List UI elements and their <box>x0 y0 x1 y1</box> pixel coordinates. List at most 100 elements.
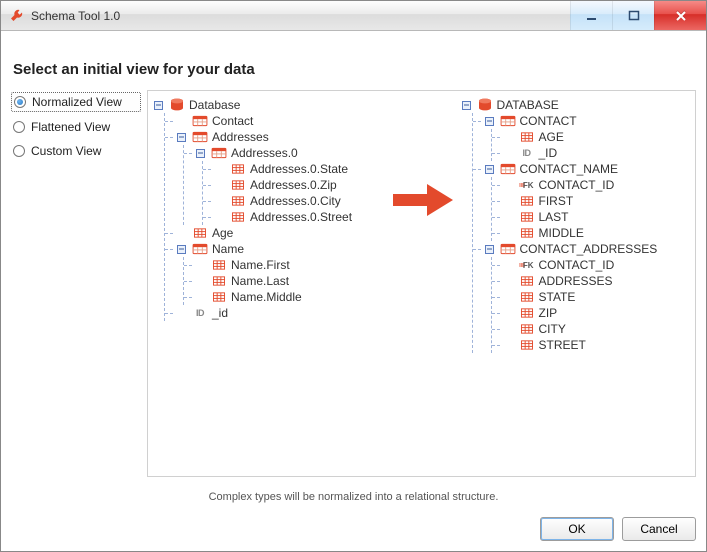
column-icon <box>519 307 535 319</box>
wrench-icon <box>9 8 25 24</box>
column-icon <box>230 163 246 175</box>
node-label: STATE <box>539 290 576 304</box>
tree-node[interactable]: Addresses.0 <box>192 145 384 161</box>
tree-node[interactable]: CITY <box>500 321 692 337</box>
column-icon <box>519 227 535 239</box>
title-bar: Schema Tool 1.0 <box>1 1 706 31</box>
node-label: Addresses <box>212 130 269 144</box>
table-icon <box>500 163 516 175</box>
ok-button[interactable]: OK <box>540 517 614 541</box>
schema-preview: DatabaseContactAddressesAddresses.0Addre… <box>147 90 696 477</box>
node-label: AGE <box>539 130 564 144</box>
table-icon <box>192 115 208 127</box>
tree-spacer <box>196 261 205 270</box>
tree-root[interactable]: Database <box>154 97 384 113</box>
tree-spacer <box>215 181 224 190</box>
database-icon <box>477 99 493 111</box>
tree-spacer <box>504 213 513 222</box>
tree-node[interactable]: ADDRESSES <box>500 273 692 289</box>
table-icon <box>500 115 516 127</box>
radio-indicator <box>14 96 26 108</box>
tree-node[interactable]: Addresses.0.City <box>211 193 384 209</box>
node-label: LAST <box>539 210 569 224</box>
tree-node[interactable]: LAST <box>500 209 692 225</box>
id-icon: ID <box>519 147 535 159</box>
view-description: Complex types will be normalized into a … <box>11 477 696 509</box>
tree-node[interactable]: Addresses.0.State <box>211 161 384 177</box>
node-label: STREET <box>539 338 586 352</box>
tree-node[interactable]: STREET <box>500 337 692 353</box>
tree-spacer <box>504 277 513 286</box>
column-icon <box>519 323 535 335</box>
tree-node[interactable]: ID_id <box>173 305 384 321</box>
tree-node[interactable]: Addresses <box>173 129 384 145</box>
tree-node[interactable]: Addresses.0.Street <box>211 209 384 225</box>
column-icon <box>519 291 535 303</box>
tree-node[interactable]: MIDDLE <box>500 225 692 241</box>
column-icon <box>519 195 535 207</box>
node-label: CONTACT <box>520 114 577 128</box>
collapse-icon[interactable] <box>177 133 186 142</box>
collapse-icon[interactable] <box>462 101 471 110</box>
node-label: Addresses.0.Street <box>250 210 352 224</box>
close-button[interactable] <box>654 1 706 30</box>
node-label: DATABASE <box>497 98 559 112</box>
radio-indicator <box>13 145 25 157</box>
tree-node[interactable]: CONTACT_NAME <box>481 161 692 177</box>
tree-spacer <box>504 293 513 302</box>
tree-spacer <box>504 197 513 206</box>
tree-node[interactable]: Name <box>173 241 384 257</box>
node-label: Name.Last <box>231 274 289 288</box>
collapse-icon[interactable] <box>485 117 494 126</box>
tree-spacer <box>504 133 513 142</box>
tree-node[interactable]: CONTACT_ADDRESSES <box>481 241 692 257</box>
window-title: Schema Tool 1.0 <box>31 9 570 23</box>
tree-node[interactable]: Age <box>173 225 384 241</box>
tree-node[interactable]: Contact <box>173 113 384 129</box>
source-tree: DatabaseContactAddressesAddresses.0Addre… <box>154 97 384 470</box>
table-icon <box>192 131 208 143</box>
tree-spacer <box>215 197 224 206</box>
tree-node[interactable]: STATE <box>500 289 692 305</box>
tree-node[interactable]: FIRST <box>500 193 692 209</box>
collapse-icon[interactable] <box>177 245 186 254</box>
tree-node[interactable]: Addresses.0.Zip <box>211 177 384 193</box>
collapse-icon[interactable] <box>196 149 205 158</box>
page-title: Select an initial view for your data <box>13 61 696 78</box>
cancel-button[interactable]: Cancel <box>622 517 696 541</box>
column-icon <box>519 131 535 143</box>
tree-node[interactable]: ID_ID <box>500 145 692 161</box>
column-icon <box>519 339 535 351</box>
tree-spacer <box>177 229 186 238</box>
tree-node[interactable]: Name.Last <box>192 273 384 289</box>
tree-node[interactable]: CONTACT <box>481 113 692 129</box>
tree-spacer <box>504 325 513 334</box>
tree-root[interactable]: DATABASE <box>462 97 692 113</box>
tree-spacer <box>215 165 224 174</box>
transform-arrow-icon <box>388 97 458 470</box>
node-label: CONTACT_NAME <box>520 162 618 176</box>
collapse-icon[interactable] <box>154 101 163 110</box>
maximize-button[interactable] <box>612 1 654 30</box>
radio-indicator <box>13 121 25 133</box>
tree-node[interactable]: ZIP <box>500 305 692 321</box>
node-label: Name.Middle <box>231 290 302 304</box>
node-label: Addresses.0.Zip <box>250 178 337 192</box>
collapse-icon[interactable] <box>485 165 494 174</box>
radio-custom-view[interactable]: Custom View <box>11 142 141 160</box>
tree-node[interactable]: Name.First <box>192 257 384 273</box>
tree-node[interactable]: AGE <box>500 129 692 145</box>
radio-normalized-view[interactable]: Normalized View <box>11 92 141 112</box>
tree-spacer <box>504 229 513 238</box>
tree-spacer <box>196 293 205 302</box>
tree-node[interactable]: FKCONTACT_ID <box>500 177 692 193</box>
tree-node[interactable]: Name.Middle <box>192 289 384 305</box>
tree-node[interactable]: FKCONTACT_ID <box>500 257 692 273</box>
collapse-icon[interactable] <box>485 245 494 254</box>
radio-flattened-view[interactable]: Flattened View <box>11 118 141 136</box>
column-icon <box>211 291 227 303</box>
node-label: MIDDLE <box>539 226 584 240</box>
node-label: Name.First <box>231 258 290 272</box>
column-icon <box>519 275 535 287</box>
minimize-button[interactable] <box>570 1 612 30</box>
